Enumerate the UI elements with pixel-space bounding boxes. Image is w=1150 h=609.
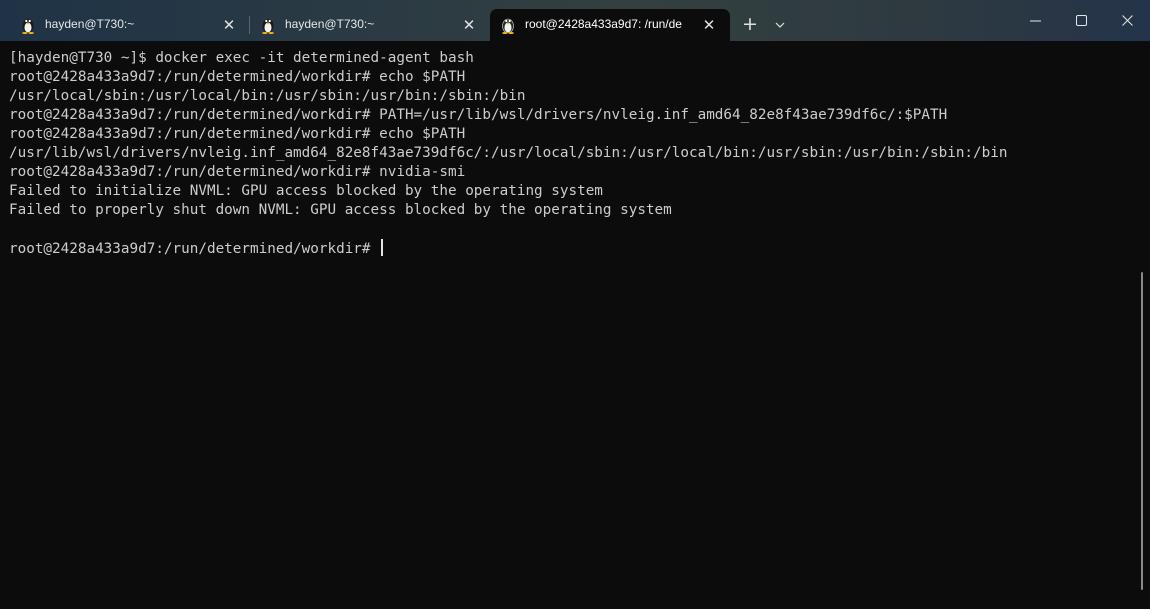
terminal-prompt: root@2428a433a9d7:/run/determined/workdi… [9, 241, 380, 257]
close-window-button[interactable] [1104, 0, 1150, 41]
tab-close-button[interactable]: ✕ [459, 15, 479, 35]
terminal-window: hayden@T730:~ ✕ hayden@T730:~ ✕ root@242… [0, 0, 1150, 609]
text-cursor [381, 239, 384, 256]
terminal-line: Failed to initialize NVML: GPU access bl… [9, 183, 603, 199]
terminal-line: root@2428a433a9d7:/run/determined/workdi… [9, 107, 948, 123]
tab-dropdown-button[interactable] [766, 12, 794, 38]
linux-penguin-icon [500, 16, 516, 34]
terminal-line: root@2428a433a9d7:/run/determined/workdi… [9, 126, 466, 142]
terminal-prompt-line[interactable]: root@2428a433a9d7:/run/determined/workdi… [9, 239, 1007, 258]
terminal-line: root@2428a433a9d7:/run/determined/workdi… [9, 69, 466, 85]
scrollbar[interactable] [1141, 272, 1143, 590]
close-icon [1122, 15, 1133, 26]
linux-penguin-icon [260, 16, 276, 34]
tab-root-container[interactable]: root@2428a433a9d7: /run/de ✕ [490, 9, 730, 41]
tab-title: hayden@T730:~ [285, 17, 375, 31]
terminal-lines: [hayden@T730 ~]$ docker exec -it determi… [9, 49, 1007, 258]
terminal-line: /usr/lib/wsl/drivers/nvleig.inf_amd64_82… [9, 145, 1008, 161]
chevron-down-icon [775, 22, 785, 28]
tab-title: root@2428a433a9d7: /run/de [525, 17, 682, 31]
new-tab-button[interactable]: + [736, 12, 764, 38]
tab-close-button[interactable]: ✕ [219, 15, 239, 35]
terminal-line: /usr/local/sbin:/usr/local/bin:/usr/sbin… [9, 88, 526, 104]
linux-penguin-icon [20, 16, 36, 34]
tab-close-button[interactable]: ✕ [699, 15, 719, 35]
tab-hayden-1[interactable]: hayden@T730:~ ✕ [10, 9, 244, 41]
tab-hayden-2[interactable]: hayden@T730:~ ✕ [250, 9, 486, 41]
maximize-icon [1076, 15, 1087, 26]
tab-title: hayden@T730:~ [45, 17, 135, 31]
terminal-line: root@2428a433a9d7:/run/determined/workdi… [9, 164, 466, 180]
terminal-line: [hayden@T730 ~]$ docker exec -it determi… [9, 50, 474, 66]
terminal-output-area[interactable]: [hayden@T730 ~]$ docker exec -it determi… [0, 41, 1150, 609]
minimize-button[interactable] [1012, 0, 1058, 41]
title-bar[interactable]: hayden@T730:~ ✕ hayden@T730:~ ✕ root@242… [0, 0, 1150, 41]
maximize-button[interactable] [1058, 0, 1104, 41]
terminal-line: Failed to properly shut down NVML: GPU a… [9, 202, 672, 218]
minimize-icon [1030, 20, 1041, 22]
